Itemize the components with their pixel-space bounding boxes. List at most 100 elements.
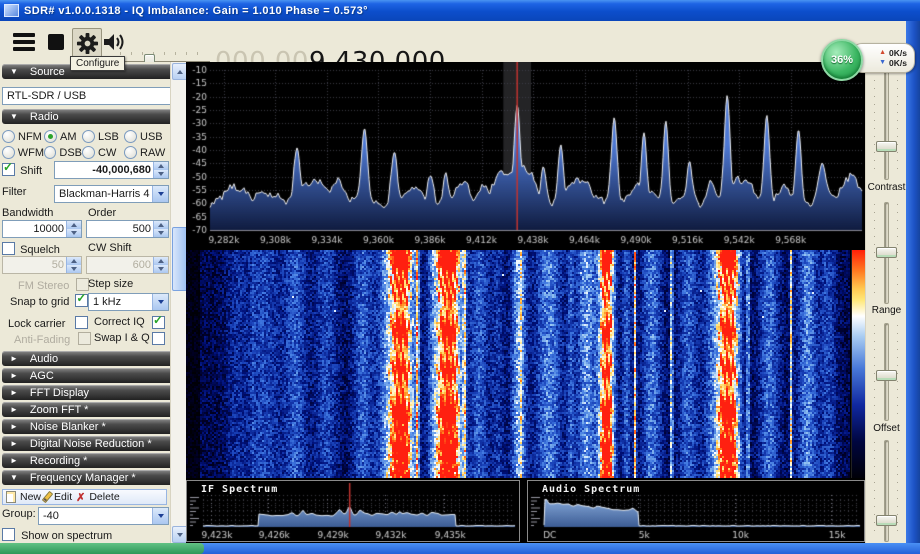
combo-arrow-icon [152, 186, 168, 202]
mode-usb[interactable]: USB [124, 130, 163, 143]
buffer-usage-badge: 36% [821, 39, 863, 81]
lock-carrier-label: Lock carrier [8, 318, 65, 330]
slider-ticks [874, 72, 875, 176]
panel-header-noise-blanker[interactable]: ► Noise Blanker * [2, 419, 170, 434]
lock-correct-row: Lock carrier ✓ Correct IQ ✓ [2, 316, 168, 330]
taskbar-start-segment[interactable] [0, 543, 204, 554]
swap-iq-checkbox[interactable]: ✓ [152, 332, 165, 345]
spinner-icon[interactable] [153, 162, 168, 178]
source-device-select[interactable]: RTL-SDR / USB [2, 87, 170, 105]
chevron-down-icon: ▼ [10, 112, 18, 121]
toolbar: 000.009.430.000 [0, 21, 920, 63]
correct-iq-checkbox[interactable]: ✓ [152, 316, 165, 329]
mode-cw[interactable]: CW [82, 146, 124, 159]
contrast-slider-thumb[interactable] [876, 247, 897, 258]
panel-header-frequency-manager[interactable]: ▼ Frequency Manager * [2, 470, 170, 485]
shift-input[interactable]: -40,000,680 [54, 161, 169, 179]
lock-carrier-checkbox[interactable]: ✓ [75, 316, 88, 329]
title-bar[interactable]: SDR# v1.0.0.1318 - IQ Imbalance: Gain = … [0, 0, 920, 21]
anti-swap-row: Anti-Fading Swap I & Q ✓ [2, 332, 168, 346]
offset-slider[interactable] [884, 440, 889, 542]
range-label: Range [866, 305, 907, 316]
offset-slider-thumb[interactable] [876, 515, 897, 526]
waterfall-display[interactable] [186, 250, 850, 478]
show-on-spectrum-label: Show on spectrum [21, 530, 112, 542]
slider-ticks [897, 204, 898, 300]
slider-ticks [897, 325, 898, 417]
filter-select[interactable]: Blackman-Harris 4 [54, 185, 169, 203]
speaker-icon [101, 30, 127, 54]
upload-arrow-icon: ▲ [879, 48, 886, 58]
panel-header-recording[interactable]: ► Recording * [2, 453, 170, 468]
bandwidth-input[interactable]: 10000 [2, 220, 82, 238]
spinner-icon [153, 257, 168, 273]
step-size-select[interactable]: 1 kHz [88, 293, 169, 311]
zoom-slider-thumb[interactable] [876, 141, 897, 152]
mode-lsb[interactable]: LSB [82, 130, 124, 143]
fmstereo-stepsize-row: FM Stereo Step size [2, 278, 168, 292]
show-on-spectrum-checkbox[interactable] [2, 528, 15, 541]
range-slider-thumb[interactable] [876, 370, 897, 381]
chevron-right-icon: ► [10, 388, 18, 397]
bandwidth-order-labels: Bandwidth Order [2, 207, 168, 219]
squelch-checkbox[interactable]: ✓ [2, 242, 15, 255]
menu-button[interactable] [10, 28, 38, 56]
panel-header-agc[interactable]: ► AGC [2, 368, 170, 383]
contrast-label: Contrast [866, 182, 907, 193]
sidebar: ▼ Source RTL-SDR / USB ▼ Radio NFM AM LS… [0, 62, 170, 543]
step-size-label: Step size [88, 278, 133, 290]
stop-icon [48, 34, 64, 50]
waterfall-palette-bar [851, 250, 865, 478]
app-icon [4, 4, 19, 17]
if-spectrum-title: IF Spectrum [201, 484, 278, 495]
mode-row-1: NFM AM LSB USB [2, 130, 168, 143]
hamburger-icon [13, 33, 35, 51]
audio-spectrum-title: Audio Spectrum [542, 484, 640, 495]
panel-header-audio[interactable]: ► Audio [2, 351, 170, 366]
if-spectrum-panel: IF Spectrum [186, 480, 520, 542]
mode-raw[interactable]: RAW [124, 146, 165, 159]
chevron-right-icon: ► [10, 371, 18, 380]
chevron-right-icon: ► [10, 422, 18, 431]
zoom-slider[interactable] [884, 70, 889, 180]
order-input[interactable]: 500 [86, 220, 169, 238]
configure-button[interactable] [72, 28, 102, 58]
combo-arrow-icon [152, 294, 168, 310]
group-select[interactable]: -40 [38, 507, 169, 525]
panel-header-zoom-fft[interactable]: ► Zoom FFT * [2, 402, 170, 417]
panel-header-digital-noise-reduction[interactable]: ► Digital Noise Reduction * [2, 436, 170, 451]
shift-checkbox[interactable]: ✓ [2, 163, 15, 176]
spinner-icon[interactable] [153, 221, 168, 237]
group-label: Group: [2, 508, 36, 520]
display-controls-panel: Contrast Range Offset [865, 62, 907, 543]
arrow-down-icon [177, 533, 183, 537]
squelch-input: 50 [2, 256, 82, 274]
spectrum-analyzer[interactable] [186, 62, 865, 248]
snap-checkbox[interactable]: ✓ [75, 294, 88, 307]
chevron-right-icon: ► [10, 439, 18, 448]
group-row: Group: -40 [2, 508, 168, 520]
sidebar-scrollbar[interactable] [170, 62, 187, 543]
squelch-cwshift-labels: ✓ Squelch CW Shift [2, 242, 168, 256]
mode-dsb[interactable]: DSB [44, 146, 82, 159]
taskbar [0, 543, 920, 554]
window-title: SDR# v1.0.0.1318 - IQ Imbalance: Gain = … [24, 5, 368, 17]
filter-label: Filter [2, 186, 26, 198]
edit-entry-button[interactable]: Edit [54, 491, 72, 503]
cw-shift-input: 600 [86, 256, 169, 274]
stop-button[interactable] [42, 28, 70, 56]
panel-header-fft-display[interactable]: ► FFT Display [2, 385, 170, 400]
mode-nfm[interactable]: NFM [2, 130, 44, 143]
filter-row: Filter Blackman-Harris 4 [2, 186, 168, 198]
delete-entry-button[interactable]: Delete [89, 491, 119, 503]
slider-ticks [897, 442, 898, 538]
show-on-spectrum-row: Show on spectrum [2, 528, 168, 542]
mode-wfm[interactable]: WFM [2, 146, 44, 159]
new-entry-button[interactable]: New [20, 491, 41, 503]
panel-header-radio[interactable]: ▼ Radio [2, 109, 170, 124]
snap-label: Snap to grid [10, 296, 69, 308]
spinner-icon[interactable] [66, 221, 81, 237]
swap-iq-label: Swap I & Q [94, 332, 150, 344]
slider-ticks [874, 442, 875, 538]
mode-am[interactable]: AM [44, 130, 82, 143]
